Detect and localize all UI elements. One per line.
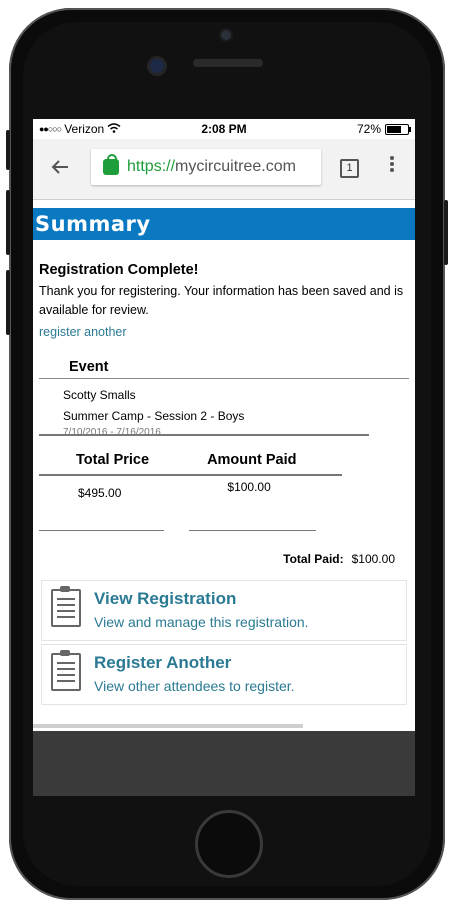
url-scheme: https:// (127, 158, 176, 175)
power-button (444, 200, 448, 265)
overflow-menu-icon[interactable] (389, 155, 397, 173)
total-price-value: $495.00 (78, 486, 122, 500)
confirmation-message: Thank you for registering. Your informat… (39, 284, 404, 317)
url-host: mycircuitree.com (175, 158, 296, 175)
divider (189, 530, 316, 531)
total-paid-row: Total Paid: $100.00 (39, 552, 409, 566)
action-subtitle[interactable]: View other attendees to register. (94, 678, 295, 694)
divider (39, 474, 342, 476)
volume-up-button (6, 190, 10, 255)
page-footer-area (33, 731, 415, 796)
register-another-card[interactable]: Register Another View other attendees to… (41, 644, 407, 705)
battery-percent: 72% (356, 122, 381, 136)
battery-icon (385, 123, 411, 135)
home-button[interactable] (195, 810, 263, 878)
register-another-link[interactable]: register another (39, 325, 409, 339)
divider (39, 530, 164, 531)
payment-values: $495.00 $100.00 (39, 480, 409, 500)
page-heading: Registration Complete! (39, 262, 199, 278)
divider (39, 378, 409, 379)
main-content: Registration Complete! Thank you for reg… (33, 262, 415, 566)
event-header: Event (69, 359, 109, 375)
status-bar: ●●○○○ Verizon 2:08 PM 72% (33, 119, 415, 139)
payment-headers: Total Price Amount Paid (39, 452, 409, 476)
lock-icon (103, 154, 119, 175)
tab-switcher-button[interactable]: 1 (340, 159, 359, 178)
total-price-header: Total Price (76, 452, 150, 468)
proximity-sensor (221, 30, 231, 40)
section-title-bar: Summary (33, 208, 415, 240)
total-paid-label: Total Paid: (283, 552, 344, 566)
action-title[interactable]: Register Another (94, 653, 231, 673)
back-arrow-icon[interactable] (51, 155, 69, 181)
action-title[interactable]: View Registration (94, 589, 236, 609)
event-dates: 7/10/2016 - 7/16/2016 (39, 427, 369, 438)
event-session: Summer Camp - Session 2 - Boys (63, 409, 245, 423)
clipboard-icon (51, 586, 81, 627)
clipboard-icon (51, 650, 81, 691)
earpiece-speaker (193, 59, 263, 67)
amount-paid-value: $100.00 (227, 480, 271, 494)
browser-toolbar: https://mycircuitree.com 1 (33, 139, 415, 200)
total-paid-value: $100.00 (351, 552, 395, 566)
action-subtitle[interactable]: View and manage this registration. (94, 614, 309, 630)
horizontal-scrollbar[interactable] (33, 724, 303, 728)
front-camera (150, 59, 164, 73)
screen: ●●○○○ Verizon 2:08 PM 72% https://mycirc… (33, 119, 415, 796)
amount-paid-header: Amount Paid (207, 452, 297, 468)
mute-switch (6, 130, 10, 170)
address-bar[interactable]: https://mycircuitree.com (91, 149, 321, 185)
view-registration-card[interactable]: View Registration View and manage this r… (41, 580, 407, 641)
attendee-name: Scotty Smalls (63, 388, 136, 402)
volume-down-button (6, 270, 10, 335)
